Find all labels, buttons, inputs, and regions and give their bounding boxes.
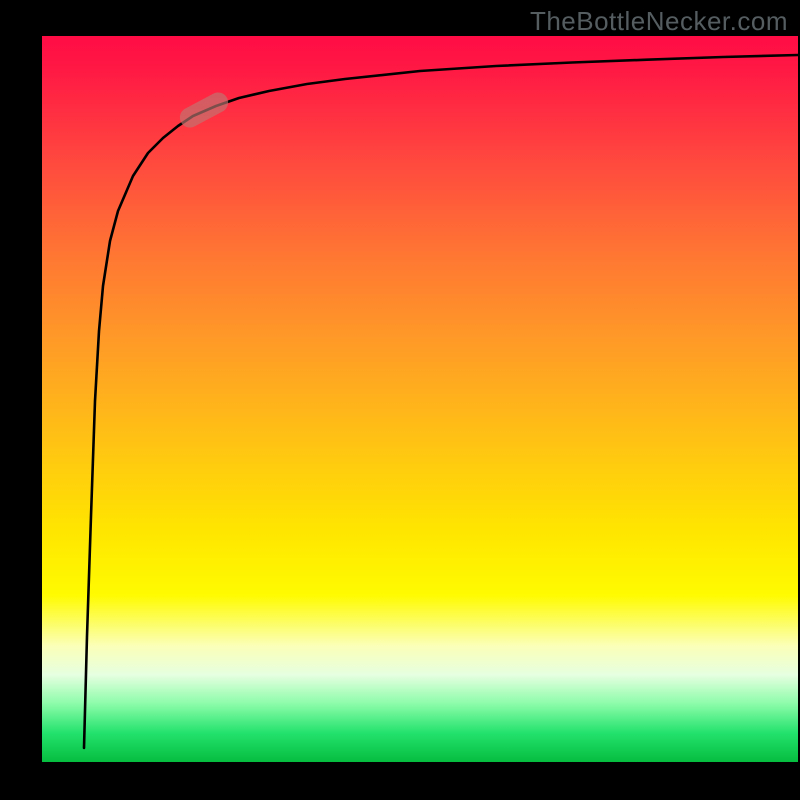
bottleneck-curve bbox=[84, 55, 798, 748]
curve-layer bbox=[42, 36, 798, 762]
chart-root: TheBottleNecker.com bbox=[0, 0, 800, 800]
watermark-text: TheBottleNecker.com bbox=[530, 6, 788, 37]
